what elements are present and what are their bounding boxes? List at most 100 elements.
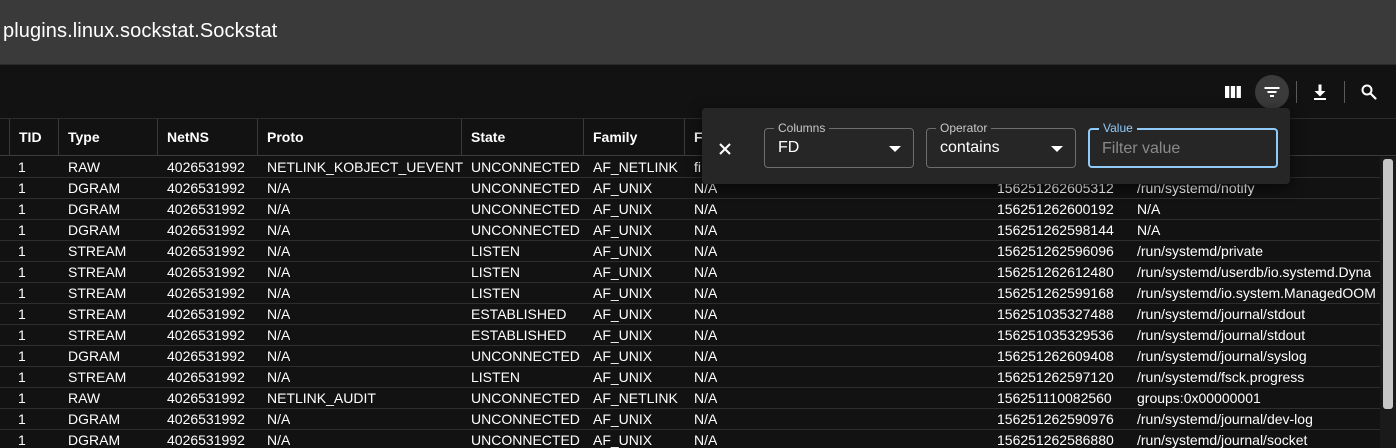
- cell-tid: 1: [18, 432, 26, 448]
- cell-family: AF_UNIX: [593, 348, 653, 364]
- cell-proto: N/A: [267, 243, 291, 259]
- column-header-family[interactable]: Family: [583, 119, 684, 156]
- cell-tid: 1: [18, 180, 26, 196]
- search-button[interactable]: [1352, 75, 1386, 109]
- cell-tid: 1: [18, 243, 26, 259]
- cell-netns: 4026531992: [167, 390, 245, 406]
- cell-tid: 1: [18, 411, 26, 427]
- page-title: plugins.linux.sockstat.Sockstat: [3, 20, 278, 42]
- cell-netns: 4026531992: [167, 243, 245, 259]
- cell-address: 156251110082560: [997, 390, 1112, 406]
- table-row[interactable]: 1 STREAM 4026531992 N/A ESTABLISHED AF_U…: [0, 325, 1380, 346]
- download-button[interactable]: [1303, 75, 1337, 109]
- filter-value-label: Value: [1099, 121, 1137, 135]
- column-header-tid[interactable]: TID: [9, 119, 58, 156]
- cell-state: UNCONNECTED: [471, 390, 580, 406]
- table-row[interactable]: 1 STREAM 4026531992 N/A ESTABLISHED AF_U…: [0, 304, 1380, 325]
- cell-type: RAW: [68, 159, 101, 175]
- column-header-proto[interactable]: Proto: [257, 119, 461, 156]
- remove-filter-button[interactable]: [712, 136, 738, 162]
- cell-tid: 1: [18, 369, 26, 385]
- cell-netns: 4026531992: [167, 159, 245, 175]
- cell-proto: N/A: [267, 327, 291, 343]
- table-row[interactable]: 1 STREAM 4026531992 N/A LISTEN AF_UNIX N…: [0, 367, 1380, 388]
- cell-tid: 1: [18, 159, 26, 175]
- cell-family: AF_NETLINK: [593, 390, 678, 406]
- cell-family: AF_UNIX: [593, 411, 653, 427]
- cell-f: N/A: [694, 411, 718, 427]
- cell-netns: 4026531992: [167, 327, 245, 343]
- cell-type: STREAM: [68, 369, 127, 385]
- cell-path: N/A: [1137, 222, 1161, 238]
- cell-family: AF_UNIX: [593, 180, 653, 196]
- table-row[interactable]: 1 DGRAM 4026531992 N/A UNCONNECTED AF_UN…: [0, 346, 1380, 367]
- column-header-state[interactable]: State: [461, 119, 583, 156]
- cell-path: /run/systemd/io.system.ManagedOOM: [1137, 285, 1376, 301]
- scrollbar-thumb[interactable]: [1383, 159, 1393, 409]
- cell-f: N/A: [694, 264, 718, 280]
- cell-address: 156251035327488: [997, 306, 1114, 322]
- cell-type: STREAM: [68, 285, 127, 301]
- table-row[interactable]: 1 RAW 4026531992 NETLINK_AUDIT UNCONNECT…: [0, 388, 1380, 409]
- table-row[interactable]: 1 DGRAM 4026531992 N/A UNCONNECTED AF_UN…: [0, 430, 1380, 448]
- columns-button[interactable]: [1216, 75, 1250, 109]
- search-icon: [1361, 84, 1377, 100]
- cell-proto: NETLINK_AUDIT: [267, 390, 376, 406]
- cell-tid: 1: [18, 222, 26, 238]
- cell-family: AF_UNIX: [593, 432, 653, 448]
- cell-path: groups:0x00000001: [1137, 390, 1261, 406]
- table-row[interactable]: 1 DGRAM 4026531992 N/A UNCONNECTED AF_UN…: [0, 409, 1380, 430]
- cell-path: /run/systemd/journal/socket: [1137, 432, 1308, 448]
- cell-family: AF_UNIX: [593, 327, 653, 343]
- cell-address: 156251262609408: [997, 348, 1114, 364]
- cell-state: UNCONNECTED: [471, 348, 580, 364]
- cell-state: UNCONNECTED: [471, 411, 580, 427]
- cell-family: AF_UNIX: [593, 285, 653, 301]
- chevron-down-icon: [889, 146, 901, 152]
- cell-netns: 4026531992: [167, 222, 245, 238]
- column-header-netns[interactable]: NetNS: [157, 119, 257, 156]
- chevron-down-icon: [1051, 146, 1063, 152]
- cell-type: STREAM: [68, 327, 127, 343]
- cell-type: STREAM: [68, 264, 127, 280]
- cell-path: /run/systemd/journal/dev-log: [1137, 411, 1313, 427]
- cell-netns: 4026531992: [167, 285, 245, 301]
- filter-columns-select[interactable]: Columns FD: [764, 121, 914, 168]
- filter-operator-label: Operator: [936, 121, 992, 135]
- cell-netns: 4026531992: [167, 348, 245, 364]
- cell-family: AF_UNIX: [593, 222, 653, 238]
- cell-netns: 4026531992: [167, 369, 245, 385]
- table-row[interactable]: 1 DGRAM 4026531992 N/A UNCONNECTED AF_UN…: [0, 199, 1380, 220]
- cell-f: N/A: [694, 348, 718, 364]
- cell-family: AF_UNIX: [593, 201, 653, 217]
- cell-state: ESTABLISHED: [471, 306, 567, 322]
- cell-address: 156251262596096: [997, 243, 1114, 259]
- table-row[interactable]: 1 STREAM 4026531992 N/A LISTEN AF_UNIX N…: [0, 241, 1380, 262]
- cell-state: UNCONNECTED: [471, 201, 580, 217]
- cell-address: 156251262599168: [997, 285, 1114, 301]
- filter-operator-select[interactable]: Operator contains: [926, 121, 1076, 168]
- cell-proto: N/A: [267, 264, 291, 280]
- cell-f: N/A: [694, 327, 718, 343]
- cell-netns: 4026531992: [167, 306, 245, 322]
- cell-netns: 4026531992: [167, 201, 245, 217]
- toolbar-divider: [1344, 81, 1345, 103]
- cell-f: N/A: [694, 432, 718, 448]
- table-row[interactable]: 1 STREAM 4026531992 N/A LISTEN AF_UNIX N…: [0, 262, 1380, 283]
- toolbar-divider: [1296, 81, 1297, 103]
- cell-path: /run/systemd/journal/syslog: [1137, 348, 1307, 364]
- cell-proto: N/A: [267, 306, 291, 322]
- table-row[interactable]: 1 STREAM 4026531992 N/A LISTEN AF_UNIX N…: [0, 283, 1380, 304]
- cell-type: DGRAM: [68, 411, 121, 427]
- column-header-type[interactable]: Type: [58, 119, 157, 156]
- grid-body: 1 RAW 4026531992 NETLINK_KOBJECT_UEVENT …: [0, 157, 1380, 448]
- table-row[interactable]: 1 DGRAM 4026531992 N/A UNCONNECTED AF_UN…: [0, 220, 1380, 241]
- filter-value-input[interactable]: [1102, 139, 1272, 159]
- cell-address: 156251262597120: [997, 369, 1114, 385]
- cell-tid: 1: [18, 348, 26, 364]
- cell-family: AF_UNIX: [593, 243, 653, 259]
- vertical-scrollbar[interactable]: [1380, 157, 1396, 448]
- filter-button[interactable]: [1255, 75, 1289, 109]
- cell-state: LISTEN: [471, 369, 521, 385]
- cell-address: 156251262612480: [997, 264, 1114, 280]
